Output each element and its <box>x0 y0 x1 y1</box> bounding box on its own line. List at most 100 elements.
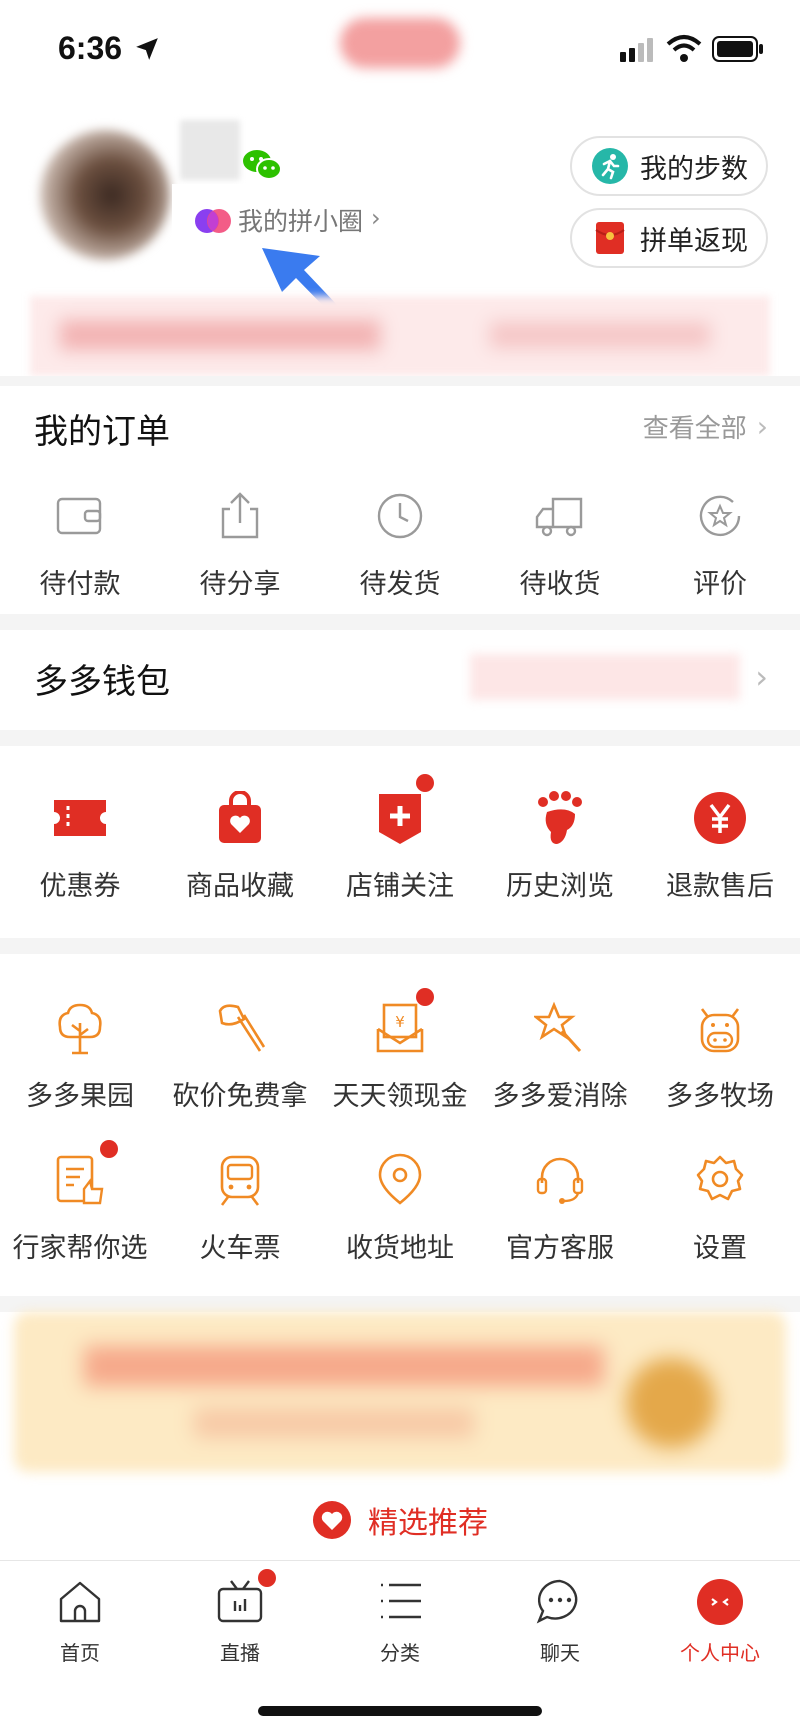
train-icon <box>212 1152 268 1208</box>
avatar[interactable] <box>40 130 170 260</box>
clock-icon <box>372 488 428 544</box>
tab-home[interactable]: 首页 <box>0 1561 160 1731</box>
chevron-right-icon: › <box>371 204 381 232</box>
recommend-label: 精选推荐 <box>368 1506 488 1541</box>
quick-link-label: 店铺关注 <box>346 871 454 902</box>
coupon-icon <box>52 790 108 846</box>
section-divider <box>0 730 800 746</box>
tv-icon <box>217 1580 263 1623</box>
service-label: 设置 <box>693 1233 747 1264</box>
service-label: 收货地址 <box>346 1233 454 1264</box>
service-train-ticket[interactable]: 火车票 <box>160 1152 320 1265</box>
truck-icon <box>532 488 588 544</box>
service-expert-pick[interactable]: 行家帮你选 <box>0 1140 160 1265</box>
service-label: 砍价免费拿 <box>172 1081 308 1112</box>
service-eliminate-game[interactable]: 多多爱消除 <box>480 1000 640 1113</box>
home-icon <box>59 1581 101 1623</box>
blurred-status-pill <box>340 18 460 68</box>
notification-dot <box>416 774 434 792</box>
tree-icon <box>52 1000 108 1056</box>
service-label: 多多牧场 <box>666 1081 774 1112</box>
order-status-row: 待付款 待分享 待发货 待收货 评价 <box>0 488 800 601</box>
tab-label: 聊天 <box>540 1641 580 1665</box>
service-customer-support[interactable]: 官方客服 <box>480 1152 640 1265</box>
cow-icon <box>692 1000 748 1056</box>
gear-icon <box>692 1152 748 1208</box>
quick-link-refunds[interactable]: 退款售后 <box>640 790 800 903</box>
quick-link-label: 退款售后 <box>666 871 774 902</box>
service-settings[interactable]: 设置 <box>640 1152 800 1265</box>
section-divider <box>0 376 800 386</box>
profile-face-icon <box>697 1579 743 1625</box>
section-divider <box>0 1296 800 1312</box>
share-icon <box>212 488 268 544</box>
cellular-signal-icon <box>620 38 653 62</box>
cash-envelope-icon: ¥ <box>372 1000 428 1056</box>
notification-dot <box>100 1140 118 1158</box>
service-label: 多多爱消除 <box>492 1081 628 1112</box>
order-review[interactable]: 评价 <box>640 488 800 601</box>
my-steps-button[interactable]: 我的步数 <box>570 136 768 196</box>
service-shipping-address[interactable]: 收货地址 <box>320 1152 480 1265</box>
service-bargain[interactable]: 砍价免费拿 <box>160 1000 320 1113</box>
section-divider <box>0 614 800 630</box>
see-all-orders-link[interactable]: 查看全部 › <box>643 408 768 445</box>
heart-badge-icon <box>313 1501 351 1539</box>
location-icon <box>372 1152 428 1208</box>
order-label: 待收货 <box>519 569 601 600</box>
blurred-wallet-balance <box>470 654 740 700</box>
order-label: 待付款 <box>39 569 121 600</box>
chat-icon <box>536 1579 578 1624</box>
order-pending-payment[interactable]: 待付款 <box>0 488 160 601</box>
shop-plus-icon <box>372 790 428 846</box>
pin-circle-logo-icon <box>195 209 231 233</box>
tab-label: 个人中心 <box>680 1641 760 1665</box>
wifi-icon <box>666 35 702 62</box>
service-orchard[interactable]: 多多果园 <box>0 1000 160 1113</box>
order-pending-receipt[interactable]: 待收货 <box>480 488 640 601</box>
document-thumb-icon <box>52 1152 108 1208</box>
quick-link-label: 优惠券 <box>39 871 121 902</box>
order-pending-share[interactable]: 待分享 <box>160 488 320 601</box>
group-rebate-button[interactable]: 拼单返现 <box>570 208 768 268</box>
wallet-title: 多多钱包 <box>34 662 170 702</box>
service-ranch[interactable]: 多多牧场 <box>640 1000 800 1113</box>
star-wand-icon <box>532 1000 588 1056</box>
svg-text:¥: ¥ <box>395 1013 405 1031</box>
service-label: 火车票 <box>199 1233 281 1264</box>
list-icon <box>381 1583 421 1619</box>
tab-label: 直播 <box>220 1641 260 1665</box>
chevron-right-icon[interactable]: › <box>755 658 768 696</box>
tab-profile[interactable]: 个人中心 <box>640 1561 800 1731</box>
running-icon <box>592 148 628 184</box>
wechat-icon <box>243 150 282 180</box>
quick-link-followed-shops[interactable]: 店铺关注 <box>320 774 480 903</box>
quick-link-history[interactable]: 历史浏览 <box>480 790 640 903</box>
blurred-promo-banner[interactable] <box>14 1312 786 1472</box>
notification-dot <box>416 988 434 1006</box>
services-row-2: 行家帮你选 火车票 收货地址 官方客服 设置 <box>0 1140 800 1265</box>
blurred-username <box>180 120 240 180</box>
service-label: 天天领现金 <box>332 1081 468 1112</box>
service-label: 官方客服 <box>506 1233 614 1264</box>
recommend-header: 精选推荐 <box>0 1490 800 1550</box>
red-envelope-icon <box>595 222 625 254</box>
bag-heart-icon <box>212 790 268 846</box>
quick-link-favorites[interactable]: 商品收藏 <box>160 790 320 903</box>
headset-icon <box>532 1152 588 1208</box>
home-indicator <box>258 1706 542 1716</box>
order-pending-shipment[interactable]: 待发货 <box>320 488 480 601</box>
see-all-label: 查看全部 <box>642 414 747 444</box>
status-time: 6:36 <box>58 30 123 66</box>
service-daily-cash[interactable]: ¥ 天天领现金 <box>320 988 480 1113</box>
axe-icon <box>212 1000 268 1056</box>
battery-icon <box>712 36 763 62</box>
my-steps-label: 我的步数 <box>640 153 748 185</box>
order-label: 待分享 <box>199 569 281 600</box>
quick-link-label: 商品收藏 <box>186 871 294 902</box>
services-row-1: 多多果园 砍价免费拿 ¥ 天天领现金 多多爱消除 多多牧场 <box>0 988 800 1113</box>
service-label: 行家帮你选 <box>12 1233 148 1264</box>
quick-link-coupons[interactable]: 优惠券 <box>0 790 160 903</box>
quick-links-row: 优惠券 商品收藏 店铺关注 历史浏览 退款售后 <box>0 774 800 903</box>
status-bar: 6:36 <box>0 0 800 100</box>
